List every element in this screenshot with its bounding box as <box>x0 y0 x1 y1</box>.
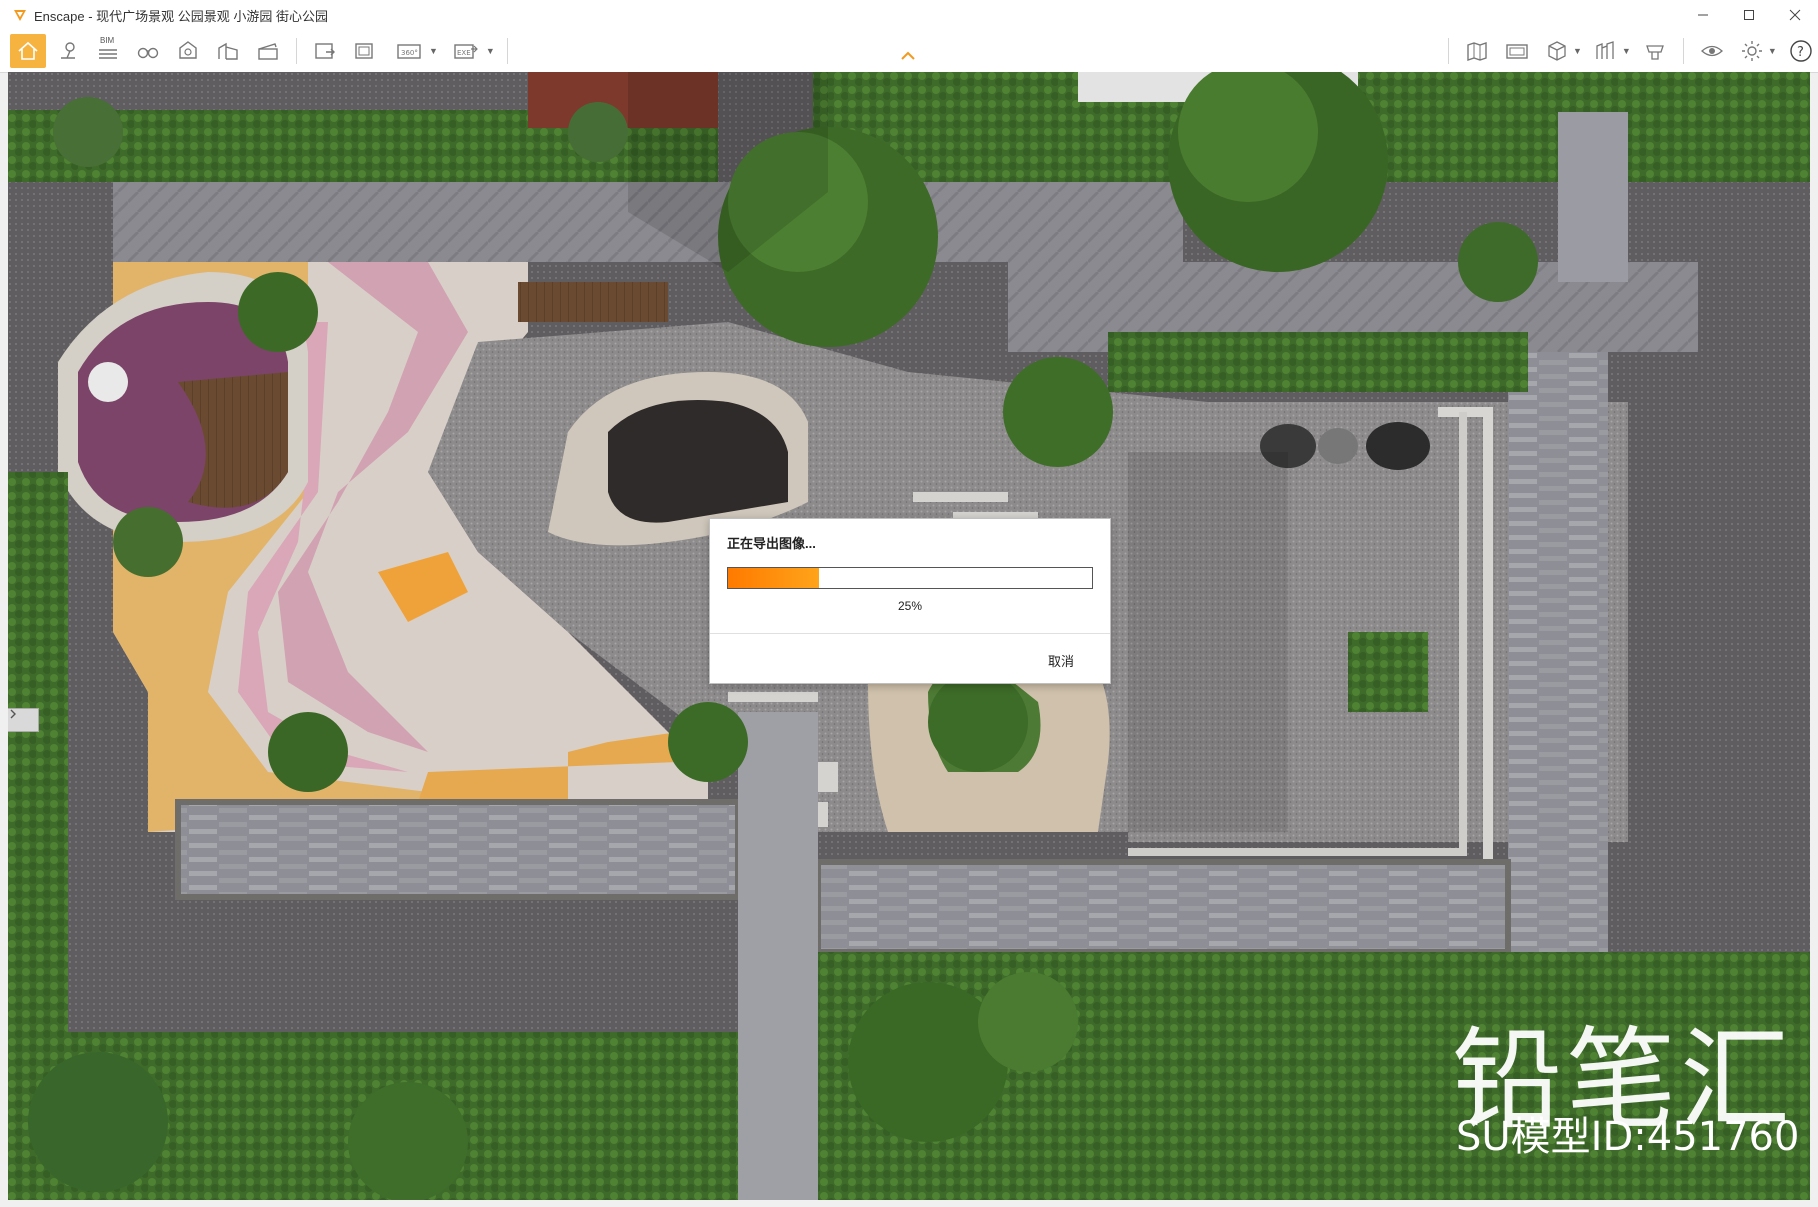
maximize-button[interactable] <box>1726 0 1772 30</box>
chevron-right-icon <box>10 709 16 719</box>
site-context-button[interactable] <box>1588 34 1624 68</box>
svg-text:?: ? <box>1797 45 1804 60</box>
dialog-divider <box>710 633 1110 634</box>
section-button[interactable] <box>170 34 206 68</box>
standalone-export-icon: EXE <box>454 44 478 59</box>
minimize-icon <box>1698 14 1708 16</box>
bim-label: BIM <box>100 36 115 45</box>
title-bar: Enscape - 现代广场景观 公园景观 小游园 街心公园 <box>0 0 1818 31</box>
settings-icon <box>1741 41 1762 61</box>
video-editor-button[interactable] <box>250 34 286 68</box>
toolbar-left-group: BIM 360° ▼ EXE ▼ <box>8 30 516 72</box>
section-box-icon <box>179 41 197 59</box>
toolbar-right-group: ▼ ▼ ▼ ? <box>1440 30 1818 72</box>
panorama-icon: 360° <box>397 44 421 59</box>
home-button[interactable] <box>10 34 46 68</box>
material-editor-button[interactable] <box>1637 34 1673 68</box>
toolbar-separator <box>1682 38 1684 64</box>
asset-library-icon <box>1506 44 1528 59</box>
map-icon <box>1467 42 1487 61</box>
exe-label: EXE <box>457 49 471 57</box>
visual-settings-icon <box>1700 45 1723 57</box>
close-icon <box>1789 9 1801 21</box>
maximize-icon <box>1744 10 1754 20</box>
material-editor-icon <box>1645 45 1664 60</box>
enscape-logo-icon <box>14 10 26 21</box>
visual-settings-button[interactable] <box>1694 34 1730 68</box>
cancel-button[interactable]: 取消 <box>1042 647 1080 674</box>
cube-view-button[interactable] <box>1539 34 1575 68</box>
cube-view-icon <box>1548 41 1566 61</box>
panorama-label: 360° <box>401 49 418 57</box>
walk-mode-button[interactable] <box>130 34 166 68</box>
binoculars-icon <box>137 47 159 59</box>
panorama-button[interactable]: 360° <box>387 34 431 68</box>
toolbar: BIM 360° ▼ EXE ▼ ▼ ▼ ▼ ? <box>0 30 1818 73</box>
dialog-title: 正在导出图像... <box>727 536 816 551</box>
progress-fill <box>728 568 819 588</box>
exe-export-button[interactable]: EXE <box>444 34 488 68</box>
location-pin-icon <box>61 42 75 59</box>
watermark-model-id: SU模型ID:451760 <box>1456 1114 1800 1160</box>
window-controls <box>1680 0 1818 30</box>
window-title: Enscape - 现代广场景观 公园景观 小游园 街心公园 <box>34 8 328 24</box>
toolbar-separator <box>1448 38 1449 64</box>
asset-library-button[interactable] <box>1499 34 1535 68</box>
batch-render-icon <box>355 43 373 59</box>
help-button[interactable]: ? <box>1783 34 1818 68</box>
bim-button[interactable]: BIM <box>90 34 126 68</box>
close-button[interactable] <box>1772 0 1818 30</box>
map-button[interactable] <box>1459 34 1495 68</box>
location-button[interactable] <box>50 34 86 68</box>
help-icon: ? <box>1790 40 1812 62</box>
export-progress-dialog: 正在导出图像... 25% 取消 <box>709 518 1111 684</box>
side-panel-toggle[interactable] <box>8 708 39 732</box>
buildings-button[interactable] <box>210 34 246 68</box>
home-icon <box>18 41 38 60</box>
batch-render-button[interactable] <box>347 34 383 68</box>
collapse-toolbar-icon[interactable] <box>900 50 916 62</box>
buildings-icon <box>218 42 238 60</box>
toolbar-separator <box>296 38 297 64</box>
screenshot-button[interactable] <box>307 34 343 68</box>
clapperboard-icon <box>258 43 278 60</box>
site-context-icon <box>1596 41 1614 59</box>
minimize-button[interactable] <box>1680 0 1726 30</box>
progress-bar <box>727 567 1093 589</box>
settings-button[interactable] <box>1734 34 1770 68</box>
progress-percent: 25% <box>897 599 923 613</box>
toolbar-separator <box>506 38 508 64</box>
screenshot-export-icon <box>315 43 335 59</box>
